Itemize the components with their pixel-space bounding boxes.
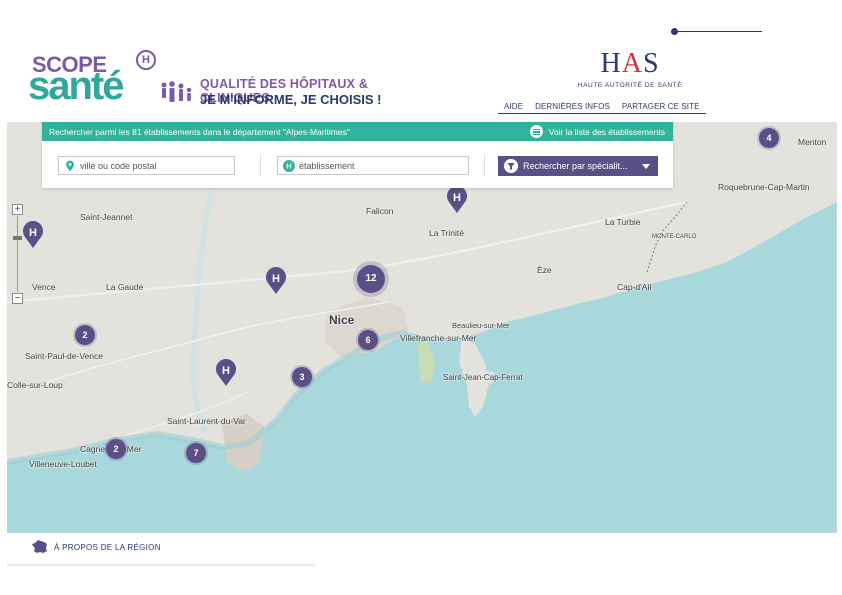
france-map-icon: [32, 540, 47, 553]
has-letter-h: H: [600, 48, 622, 79]
footer-divider: [7, 564, 315, 566]
logo-sante-text: santé: [28, 64, 124, 108]
map-label-saint-laurent: Saint-Laurent-du-Var: [167, 416, 246, 426]
has-logo[interactable]: HAS HAUTE AUTORITÉ DE SANTÉ: [575, 50, 685, 95]
cluster-marker-menton[interactable]: 4: [759, 128, 779, 148]
location-pin-icon: [66, 160, 74, 172]
specialite-button-label: Rechercher par spécialit...: [523, 161, 628, 171]
field-separator: [260, 155, 261, 177]
map-label-roquebrune: Roquebrune-Cap-Martin: [718, 182, 810, 192]
zoom-out-button[interactable]: −: [12, 293, 23, 304]
cluster-marker-nice-north[interactable]: 12: [357, 265, 385, 293]
pin-label: H: [29, 227, 37, 239]
has-letter-a: A: [621, 48, 643, 79]
map-label-menton: Menton: [798, 137, 827, 147]
city-search-input[interactable]: ville ou code postal: [58, 156, 235, 175]
cluster-marker-saint-paul[interactable]: 2: [75, 325, 95, 345]
zoom-track[interactable]: [17, 216, 18, 292]
hospital-pin-vence[interactable]: H: [22, 221, 44, 249]
field-separator: [484, 155, 485, 177]
has-subtitle: HAUTE AUTORITÉ DE SANTÉ: [577, 82, 683, 89]
hospital-icon: H: [283, 160, 295, 172]
map-label-falicon: Falicon: [366, 206, 394, 216]
nav-dernieres-infos-link[interactable]: DERNIÈRES INFOS: [529, 102, 616, 114]
region-link[interactable]: À PROPOS DE LA RÉGION: [32, 540, 161, 554]
hospital-pin-saint-laurent[interactable]: H: [215, 359, 237, 387]
etablissement-search-input[interactable]: H établissement: [277, 156, 469, 175]
map-label-cap-dail: Cap-d'Ail: [617, 282, 652, 292]
cluster-marker-nice-west[interactable]: 3: [292, 367, 312, 387]
hospital-pin-icon: H: [266, 267, 286, 294]
scope-sante-logo[interactable]: SCOPE santé H QUALITÉ DES HÔPITAUX & CLI…: [28, 48, 408, 110]
hospital-pin-icon: H: [23, 221, 43, 248]
chevron-down-icon: [642, 164, 650, 169]
pin-label: H: [453, 192, 461, 204]
map-label-villefranche: Villefranche-sur-Mer: [400, 333, 477, 343]
nav-aide-link[interactable]: AIDE: [498, 102, 530, 114]
search-panel: Rechercher parmi les 81 établissements d…: [42, 122, 673, 188]
hospital-pin-icon: H: [216, 359, 236, 386]
map-label-nice: Nice: [329, 313, 355, 327]
pin-label: H: [272, 273, 280, 285]
svg-text:H: H: [286, 162, 291, 171]
map-label-saint-jean: Saint-Jean-Cap-Ferrat: [443, 373, 523, 382]
city-search-placeholder: ville ou code postal: [80, 161, 157, 171]
cluster-marker-nice-center[interactable]: 6: [358, 330, 378, 350]
page: SCOPE santé H QUALITÉ DES HÔPITAUX & CLI…: [0, 0, 842, 595]
map-label-beaulieu: Beaulieu-sur-Mer: [452, 321, 510, 330]
family-icon: [161, 81, 192, 102]
map-label-colle: Colle-sur-Loup: [7, 380, 63, 390]
map-label-saint-jeannet: Saint-Jeannet: [80, 212, 133, 222]
top-nav: AIDE DERNIÈRES INFOS PARTAGER CE SITE: [498, 102, 706, 114]
nav-partager-link[interactable]: PARTAGER CE SITE: [615, 102, 706, 114]
cluster-marker-saint-laurent[interactable]: 7: [186, 443, 206, 463]
view-list-label: Voir la liste des établissements: [548, 126, 665, 137]
hospital-pin-icon: H: [447, 186, 467, 213]
list-icon: [529, 125, 543, 138]
hospital-pin-nice-west[interactable]: H: [265, 267, 287, 295]
filter-icon: [504, 159, 518, 173]
map-label-villeneuve: Villeneuve-Loubet: [29, 459, 97, 469]
logo-tagline-2: JE M'INFORME, JE CHOISIS !: [200, 92, 382, 107]
hospital-pin-la-trinite[interactable]: H: [446, 186, 468, 214]
header-decoration: [671, 28, 763, 36]
logo-h-badge: H: [136, 50, 156, 70]
etablissement-search-placeholder: établissement: [299, 161, 355, 171]
map-label-la-gaude: La Gaude: [106, 282, 144, 292]
zoom-slider-handle[interactable]: [13, 236, 22, 240]
decoration-line: [676, 31, 762, 32]
view-list-link[interactable]: Voir la liste des établissements: [529, 125, 665, 138]
map-label-eze: Èze: [537, 265, 552, 275]
map-label-monte-carlo: MONTE-CARLO: [652, 234, 697, 240]
search-banner: Rechercher parmi les 81 établissements d…: [42, 122, 673, 141]
cluster-marker-cagnes[interactable]: 2: [106, 439, 126, 459]
region-link-label: À PROPOS DE LA RÉGION: [54, 542, 161, 552]
zoom-control: + −: [12, 204, 24, 304]
has-letter-s: S: [642, 48, 660, 79]
has-mark: HAS: [575, 50, 685, 78]
specialite-dropdown-button[interactable]: Rechercher par spécialit...: [498, 156, 658, 176]
pin-label: H: [222, 365, 230, 377]
map-label-vence: Vence: [32, 282, 56, 292]
map-label-la-trinite: La Trinité: [429, 228, 464, 238]
map-label-la-turbie: La Turbie: [605, 217, 641, 227]
search-banner-text: Rechercher parmi les 81 établissements d…: [49, 127, 350, 137]
zoom-in-button[interactable]: +: [12, 204, 23, 215]
map-label-saint-paul: Saint-Paul-de-Vence: [25, 351, 103, 361]
